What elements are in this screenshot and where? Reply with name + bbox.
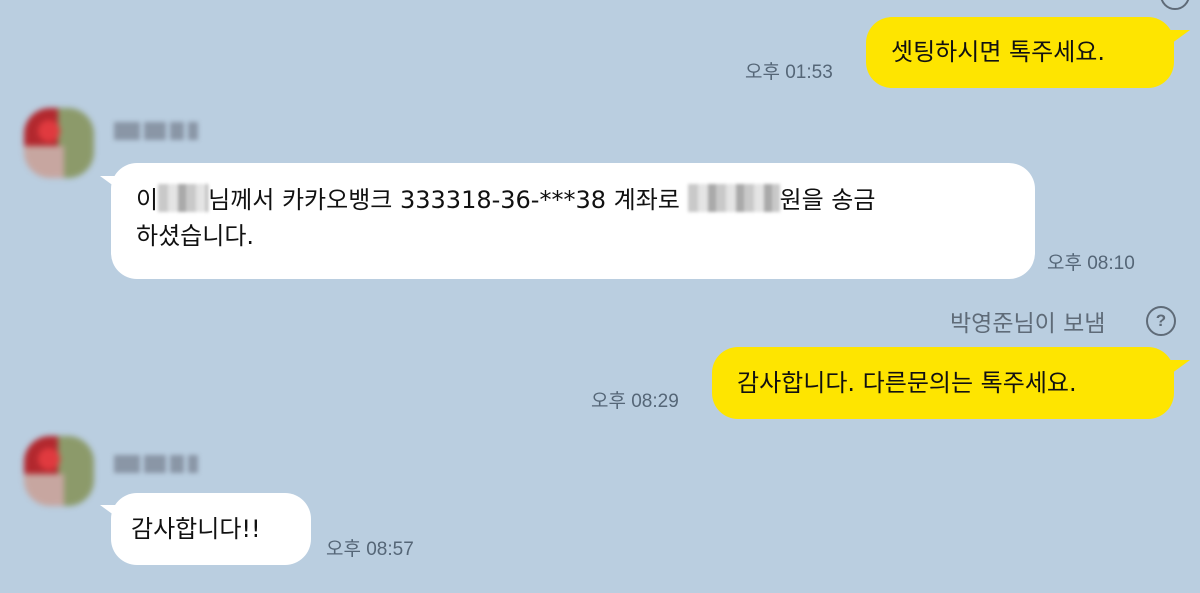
sender-name <box>114 120 202 142</box>
avatar[interactable] <box>24 108 94 178</box>
sent-by-label: 박영준님이 보냄 <box>950 311 1106 337</box>
chat-message-area[interactable]: 오후 01:53 셋팅하시면 톡주세요. 이 님께서 카카오뱅크 333318-3… <box>0 0 1200 593</box>
bubble-tail <box>1168 30 1190 46</box>
sender-name <box>114 453 202 475</box>
question-circle-icon[interactable] <box>1160 0 1190 10</box>
avatar[interactable] <box>24 436 94 506</box>
message-text-part: 이 <box>136 186 159 214</box>
message-text: 이 님께서 카카오뱅크 333318-36-***38 계좌로 원을 송금 <box>136 182 1035 218</box>
message-timestamp: 오후 08:29 <box>591 391 679 412</box>
message-bubble-received[interactable]: 감사합니다!! <box>111 493 311 565</box>
message-text: 감사합니다!! <box>131 515 261 543</box>
message-text: 감사합니다. 다른문의는 톡주세요. <box>737 369 1077 397</box>
message-bubble-received[interactable]: 이 님께서 카카오뱅크 333318-36-***38 계좌로 원을 송금 하셨습… <box>111 163 1035 279</box>
bubble-tail <box>1168 360 1190 376</box>
message-timestamp: 오후 08:10 <box>1047 253 1135 274</box>
message-text-line: 하셨습니다. <box>136 222 255 250</box>
message-text-part: 님께서 카카오뱅크 333318-36-***38 계좌로 <box>208 186 688 214</box>
message-timestamp: 오후 01:53 <box>745 62 833 83</box>
message-timestamp: 오후 08:57 <box>326 539 414 560</box>
redacted-name <box>158 184 209 212</box>
message-bubble-sent[interactable]: 셋팅하시면 톡주세요. <box>866 17 1174 88</box>
question-circle-icon[interactable]: ? <box>1146 306 1176 336</box>
message-text: 셋팅하시면 톡주세요. <box>891 38 1105 66</box>
message-text-part: 원을 송금 <box>779 186 876 214</box>
redacted-amount <box>687 184 780 212</box>
message-bubble-sent[interactable]: 감사합니다. 다른문의는 톡주세요. <box>712 347 1174 419</box>
